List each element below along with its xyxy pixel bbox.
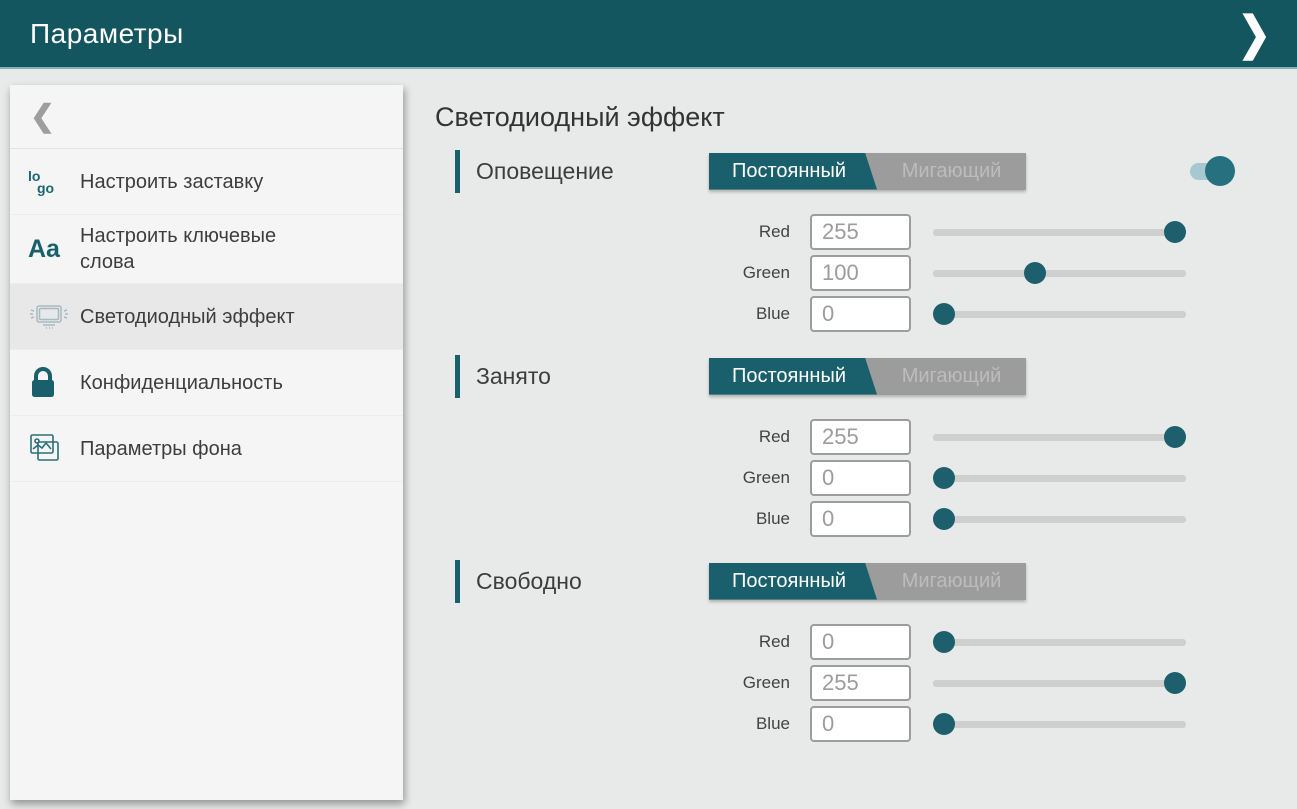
led-screen-icon — [28, 301, 80, 333]
green-input[interactable] — [810, 255, 911, 291]
slider-track — [933, 311, 1186, 318]
sidebar-item-led-effect[interactable]: Светодиодный эффект — [10, 284, 403, 350]
slider-track — [933, 516, 1186, 523]
green-slider[interactable] — [933, 671, 1186, 695]
lock-icon — [28, 366, 80, 400]
blue-label: Blue — [435, 509, 790, 529]
blue-input[interactable] — [810, 501, 911, 537]
switch-thumb — [1205, 156, 1235, 186]
green-label: Green — [435, 468, 790, 488]
section-label: Свободно — [476, 568, 709, 595]
app-header: Параметры ❯ — [0, 0, 1297, 69]
sidebar-item-label: Светодиодный эффект — [80, 304, 295, 330]
red-label: Red — [435, 222, 790, 242]
sidebar-item-label: Параметры фона — [80, 436, 242, 462]
slider-track — [933, 639, 1186, 646]
section-label: Занято — [476, 363, 709, 390]
mode-solid-button[interactable]: Постоянный — [709, 358, 877, 395]
sidebar-item-label: Конфиденциальность — [80, 370, 283, 396]
sidebar-item-screensaver[interactable]: logo Настроить заставку — [10, 149, 403, 215]
background-image-icon — [28, 432, 80, 466]
accent-bar — [455, 150, 460, 193]
red-input[interactable] — [810, 624, 911, 660]
slider-track — [933, 721, 1186, 728]
sidebar-item-label: Настроить ключевые слова — [80, 223, 325, 275]
main-content: Светодиодный эффект Оповещение Мигающий … — [435, 90, 1275, 767]
content-title: Светодиодный эффект — [435, 102, 1275, 133]
sidebar-item-label: Настроить заставку — [80, 169, 263, 195]
mode-solid-button[interactable]: Постоянный — [709, 563, 877, 600]
slider-thumb[interactable] — [1164, 426, 1186, 448]
mode-toggle: Мигающий Постоянный — [709, 358, 1026, 395]
chevron-left-icon: ❮ — [30, 99, 55, 134]
red-input[interactable] — [810, 419, 911, 455]
mode-solid-button[interactable]: Постоянный — [709, 153, 877, 190]
sidebar-item-privacy[interactable]: Конфиденциальность — [10, 350, 403, 416]
mode-toggle: Мигающий Постоянный — [709, 153, 1026, 190]
blue-slider[interactable] — [933, 507, 1186, 531]
section-free: Свободно Мигающий Постоянный Red Green — [435, 562, 1275, 742]
mode-toggle: Мигающий Постоянный — [709, 563, 1026, 600]
accent-bar — [455, 355, 460, 398]
logo-icon: logo — [28, 170, 80, 194]
sidebar-item-background[interactable]: Параметры фона — [10, 416, 403, 482]
sidebar-item-keywords[interactable]: Aa Настроить ключевые слова — [10, 215, 403, 284]
red-input[interactable] — [810, 214, 911, 250]
slider-thumb[interactable] — [933, 713, 955, 735]
green-label: Green — [435, 263, 790, 283]
blue-slider[interactable] — [933, 302, 1186, 326]
slider-thumb[interactable] — [1024, 262, 1046, 284]
slider-track — [933, 270, 1186, 277]
red-label: Red — [435, 427, 790, 447]
chevron-right-icon[interactable]: ❯ — [1237, 11, 1271, 57]
slider-thumb[interactable] — [1164, 672, 1186, 694]
green-input[interactable] — [810, 665, 911, 701]
keywords-icon: Aa — [28, 235, 80, 264]
slider-track — [933, 475, 1186, 482]
red-slider[interactable] — [933, 220, 1186, 244]
slider-track — [933, 680, 1186, 687]
mode-blinking-button[interactable]: Мигающий — [877, 153, 1026, 190]
blue-input[interactable] — [810, 296, 911, 332]
slider-track — [933, 434, 1186, 441]
slider-thumb[interactable] — [1164, 221, 1186, 243]
green-input[interactable] — [810, 460, 911, 496]
slider-thumb[interactable] — [933, 467, 955, 489]
blue-slider[interactable] — [933, 712, 1186, 736]
blue-label: Blue — [435, 714, 790, 734]
slider-thumb[interactable] — [933, 303, 955, 325]
blue-label: Blue — [435, 304, 790, 324]
green-slider[interactable] — [933, 261, 1186, 285]
section-busy: Занято Мигающий Постоянный Red Green — [435, 357, 1275, 537]
slider-thumb[interactable] — [933, 631, 955, 653]
page-title: Параметры — [30, 18, 184, 50]
accent-bar — [455, 560, 460, 603]
section-label: Оповещение — [476, 158, 709, 185]
sidebar: ❮ logo Настроить заставку Aa Настроить к… — [10, 85, 403, 800]
back-button[interactable]: ❮ — [10, 85, 403, 149]
blue-input[interactable] — [810, 706, 911, 742]
notification-led-switch[interactable] — [1185, 156, 1235, 186]
section-notification: Оповещение Мигающий Постоянный Red — [435, 152, 1275, 332]
slider-thumb[interactable] — [933, 508, 955, 530]
red-slider[interactable] — [933, 425, 1186, 449]
green-label: Green — [435, 673, 790, 693]
red-label: Red — [435, 632, 790, 652]
mode-blinking-button[interactable]: Мигающий — [877, 358, 1026, 395]
mode-blinking-button[interactable]: Мигающий — [877, 563, 1026, 600]
green-slider[interactable] — [933, 466, 1186, 490]
slider-track — [933, 229, 1186, 236]
red-slider[interactable] — [933, 630, 1186, 654]
